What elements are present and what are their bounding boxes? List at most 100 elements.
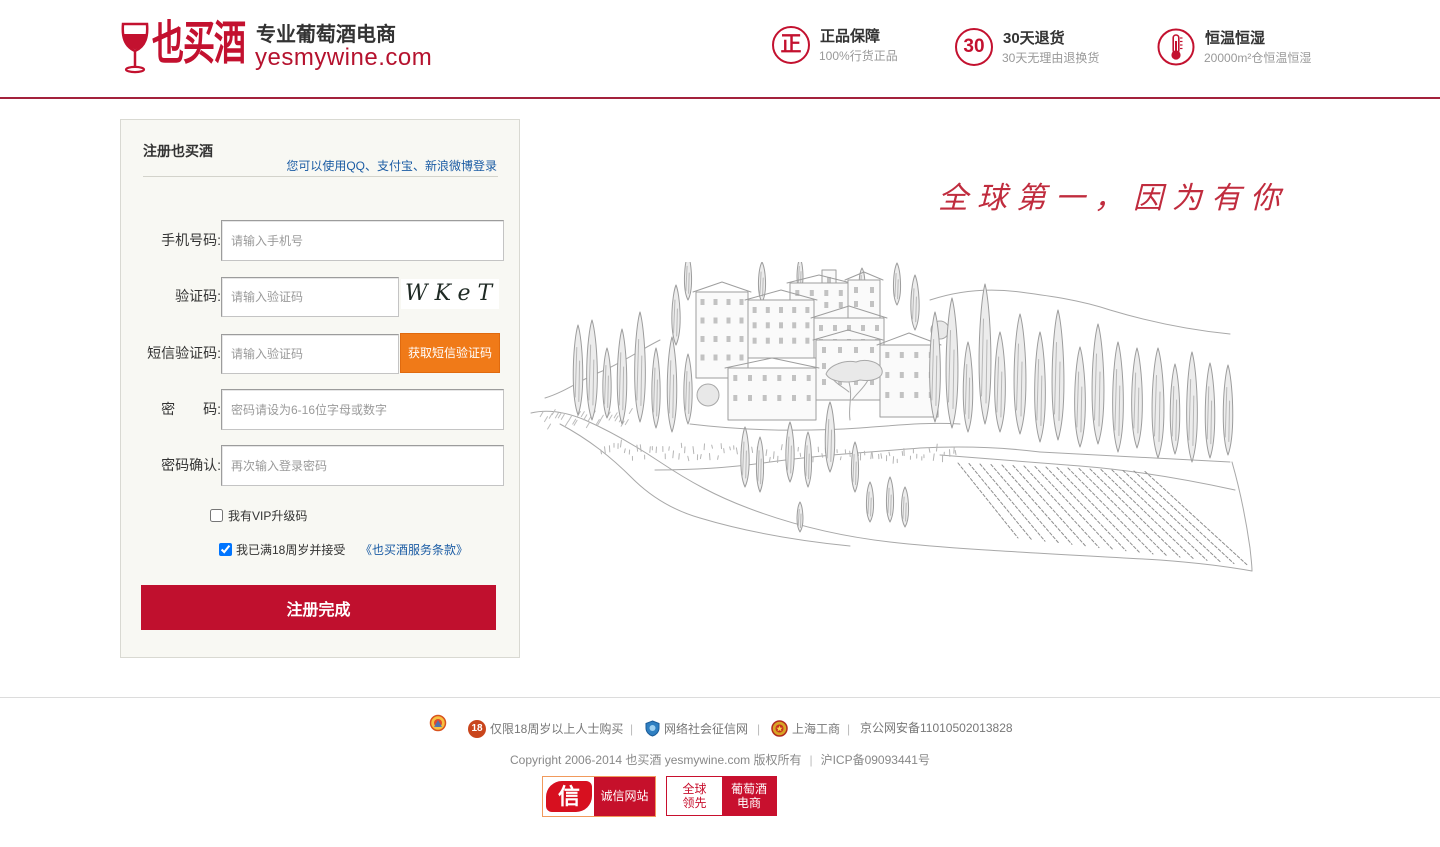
certificate-left-text: 全球领先 <box>682 782 707 810</box>
genuine-icon: 正 <box>772 26 810 64</box>
sketch-cypress-tree <box>634 311 646 423</box>
phone-label: 手机号码: <box>161 232 221 248</box>
register-page: 也买酒 专业葡萄酒电商 yesmywine.com 正 正品保障 100%行货正… <box>0 0 1440 847</box>
badge-storage-desc: 20000m²仓恒温恒湿 <box>1204 51 1312 65</box>
third-party-login-link[interactable]: 您可以使用QQ、支付宝、新浪微博登录 <box>286 158 497 174</box>
certificate-right-text: 葡萄酒电商 <box>730 782 767 810</box>
sms-code-label: 短信验证码: <box>147 345 221 361</box>
sketch-cypress-tree <box>1013 313 1027 435</box>
logo-brand-name: 也买酒 <box>152 17 246 70</box>
sketch-cypress-tree <box>1112 341 1124 453</box>
sketch-cypress-tree <box>900 486 910 528</box>
site-logo[interactable]: 也买酒 专业葡萄酒电商 yesmywine.com <box>120 16 442 78</box>
sketch-cypress-tree <box>1222 364 1234 456</box>
sms-code-input[interactable] <box>221 334 399 374</box>
copyright-row: Copyright 2006-2014 也买酒 yesmywine.com 版权… <box>0 752 1440 768</box>
badge-storage: 恒温恒湿 20000m²仓恒温恒湿 <box>1157 28 1337 68</box>
sketch-cypress-tree <box>1204 362 1216 459</box>
thermometer-icon <box>1157 28 1195 66</box>
sketch-cypress-tree <box>1151 347 1165 459</box>
footer-separator: | <box>630 722 634 736</box>
badge-genuine-title: 正品保障 <box>820 28 881 45</box>
logo-domain: yesmywine.com <box>255 44 433 71</box>
commerce-badge-icon <box>771 720 788 737</box>
trusted-site-certificate[interactable]: 信 诚信网站 <box>542 776 656 817</box>
service-terms-link[interactable]: 《也买酒服务条款》 <box>360 542 468 558</box>
confirm-password-label: 密码确认: <box>161 457 221 473</box>
certificate-right-panel: 葡萄酒电商 <box>722 777 776 815</box>
vineyard-village-sketch <box>530 262 1253 572</box>
sketch-cypress-tree <box>824 401 836 473</box>
footer-link-age-limit-text: 仅限18周岁以上人士购买 <box>490 722 624 736</box>
sketch-cypress-tree <box>666 336 678 433</box>
vip-code-label: 我有VIP升级码 <box>228 509 308 523</box>
password-label: 密 码: <box>161 401 221 417</box>
sketch-cypress-tree <box>1074 346 1086 448</box>
certificate-left-panel: 全球领先 <box>667 777 722 815</box>
sketch-cypress-tree <box>616 328 628 425</box>
sketch-cypress-tree <box>945 297 959 429</box>
sketch-cypress-tree <box>978 283 992 425</box>
shield-icon <box>645 720 660 737</box>
icp-link[interactable]: 沪ICP备09093441号 <box>821 753 930 767</box>
sketch-cypress-tree <box>651 347 661 429</box>
sketch-cypress-tree <box>572 324 584 416</box>
sketch-cypress-tree <box>892 262 902 306</box>
register-submit-button[interactable]: 注册完成 <box>141 585 496 630</box>
badge-return: 30 30天退货 30天无理由退换货 <box>955 28 1135 68</box>
register-panel: 注册也买酒 您可以使用QQ、支付宝、新浪微博登录 手机号码: 验证码: WKeT… <box>120 119 520 658</box>
confirm-password-input[interactable] <box>221 445 504 486</box>
trust-seal-icon: 信 <box>546 781 592 812</box>
wine-glass-icon <box>121 22 149 74</box>
hero-slogan: 全球第一，因为有你 <box>938 181 1289 216</box>
sketch-cypress-tree <box>1131 347 1143 449</box>
leading-wine-ecommerce-certificate[interactable]: 全球领先 葡萄酒电商 <box>666 776 777 816</box>
sketch-cypress-tree <box>885 476 895 523</box>
footer-separator: | <box>847 722 851 736</box>
register-title: 注册也买酒 <box>143 143 213 159</box>
footer-divider <box>0 697 1440 698</box>
sketch-cypress-tree <box>1091 323 1105 445</box>
get-sms-code-button[interactable]: 获取短信验证码 <box>400 333 500 373</box>
sketch-cypress-tree <box>740 426 750 488</box>
phone-input[interactable] <box>221 220 504 261</box>
thirty-days-icon: 30 <box>955 28 993 66</box>
footer-separator: | <box>809 753 813 767</box>
footer-link-commerce-text: 上海工商 <box>792 721 841 736</box>
age-18-icon: 18 <box>468 720 486 738</box>
sketch-cypress-tree <box>865 481 875 523</box>
logo-tagline: 专业葡萄酒电商 <box>256 24 396 46</box>
sketch-cypress-tree <box>755 436 765 493</box>
sketch-building <box>744 289 818 359</box>
sketch-cypress-tree <box>803 431 813 488</box>
vip-code-checkbox[interactable] <box>210 509 223 522</box>
sketch-cypress-tree <box>1186 351 1198 463</box>
sketch-cypress-tree <box>910 274 920 331</box>
sketch-cypress-tree <box>671 284 681 346</box>
badge-return-desc: 30天无理由退换货 <box>1002 51 1100 65</box>
footer-link-police-record[interactable]: 京公网安备11010502013828 <box>860 720 1013 736</box>
captcha-input[interactable] <box>221 277 399 317</box>
footer-link-credit[interactable]: 网络社会征信网 <box>645 720 748 737</box>
footer-link-commerce[interactable]: 上海工商 <box>771 720 840 737</box>
site-seal-icon[interactable] <box>429 714 447 732</box>
captcha-image[interactable]: WKeT <box>401 279 499 309</box>
captcha-label: 验证码: <box>175 288 221 304</box>
sketch-cypress-tree <box>683 353 693 425</box>
title-divider <box>143 176 498 177</box>
badge-genuine-desc: 100%行货正品 <box>819 49 898 63</box>
sketch-cypress-tree <box>962 341 974 433</box>
sketch-cypress-tree <box>1169 363 1181 455</box>
site-footer: 18 仅限18周岁以上人士购买 | 网络社会征信网 | 上海工商 | 京公网安备… <box>0 697 1440 847</box>
footer-separator: | <box>757 722 761 736</box>
agree-terms-checkbox[interactable] <box>219 543 232 556</box>
sketch-cypress-tree <box>602 347 612 419</box>
sketch-cypress-tree <box>1051 309 1065 441</box>
footer-link-age-limit[interactable]: 18 仅限18周岁以上人士购买 <box>468 720 623 738</box>
site-header: 也买酒 专业葡萄酒电商 yesmywine.com 正 正品保障 100%行货正… <box>0 0 1440 99</box>
sketch-cypress-tree <box>683 262 693 301</box>
trusted-site-label: 诚信网站 <box>594 777 655 816</box>
copyright-text: Copyright 2006-2014 也买酒 yesmywine.com 版权… <box>510 753 802 767</box>
sketch-cypress-tree <box>850 441 860 493</box>
password-input[interactable] <box>221 389 504 430</box>
